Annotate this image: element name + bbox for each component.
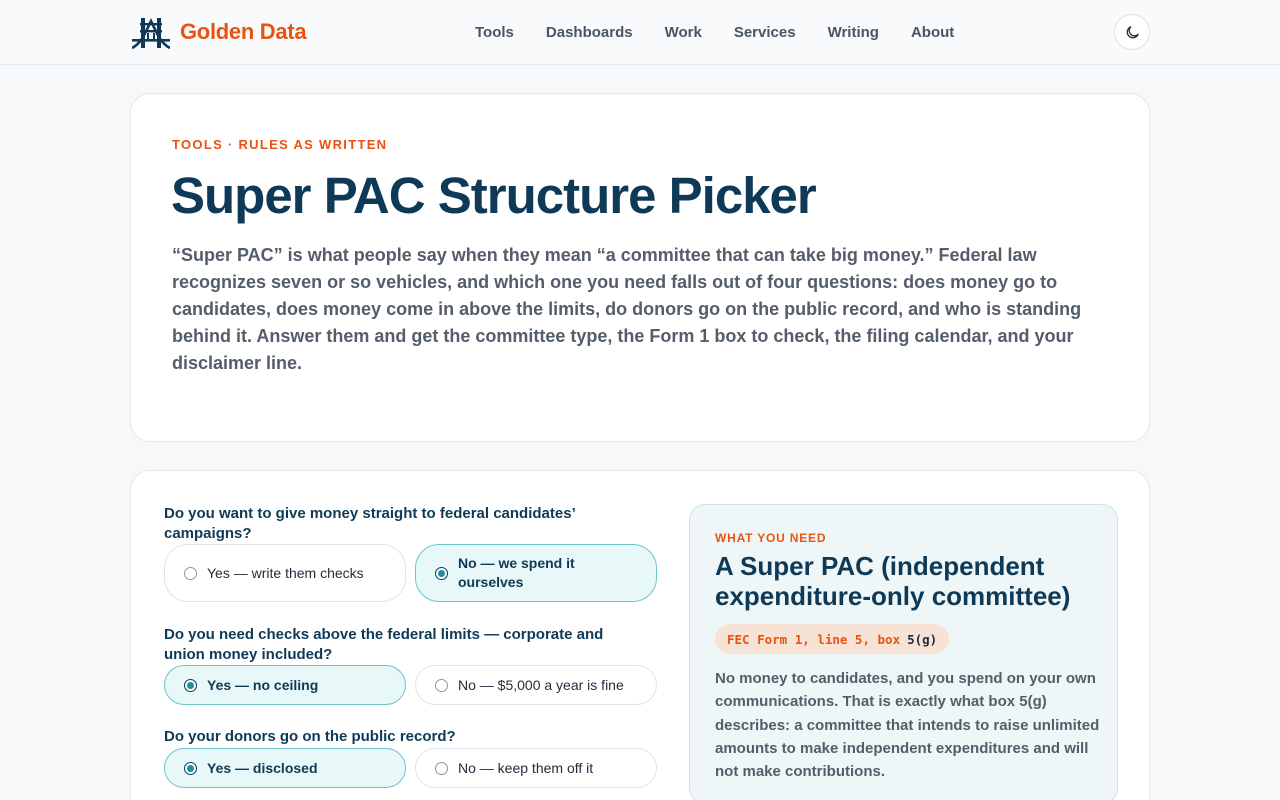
radio-button[interactable] xyxy=(435,678,448,692)
option-label: No — keep them off it xyxy=(458,759,594,776)
option-label: Yes — write them checks xyxy=(207,564,364,581)
theme-toggle-button[interactable] xyxy=(1114,14,1150,50)
question-candidates: Do you want to give money straight to fe… xyxy=(164,505,575,542)
question-disclosure: Do your donors go on the public record? xyxy=(164,728,456,745)
form-box-number: 5(g) xyxy=(907,631,938,647)
form-reference-text: FEC Form 1, line 5, box xyxy=(727,631,901,647)
page-title: Super PAC Structure Picker xyxy=(171,167,817,224)
bridge-logo-icon xyxy=(132,18,170,49)
intro-lede: “Super PAC” is what people say when they… xyxy=(172,245,1082,373)
option-candidates-no[interactable]: No — we spend it ourselves xyxy=(415,544,657,602)
nav-work[interactable]: Work xyxy=(665,24,702,41)
nav-writing[interactable]: Writing xyxy=(828,24,879,41)
intro-eyebrow: TOOLS · RULES AS WRITTEN xyxy=(172,137,388,152)
option-limits-no[interactable]: No — $5,000 a year is fine xyxy=(415,665,657,705)
result-description: No money to candidates, and you spend on… xyxy=(715,670,1100,781)
intro-card: TOOLS · RULES AS WRITTEN Super PAC Struc… xyxy=(130,93,1150,442)
option-label: Yes — no ceiling xyxy=(207,676,319,693)
option-disclosure-yes[interactable]: Yes — disclosed xyxy=(164,748,406,788)
radio-button[interactable] xyxy=(435,761,448,775)
main-nav: Tools Dashboards Work Services Writing A… xyxy=(475,0,954,64)
option-label: No — we spend it ourselves xyxy=(458,555,575,590)
option-label: Yes — disclosed xyxy=(207,759,318,776)
result-title: A Super PAC (independent expenditure-onl… xyxy=(715,551,1071,611)
nav-dashboards[interactable]: Dashboards xyxy=(546,24,633,41)
nav-tools[interactable]: Tools xyxy=(475,24,514,41)
picker-card: Do you want to give money straight to fe… xyxy=(130,470,1150,800)
nav-services[interactable]: Services xyxy=(734,24,796,41)
brand-name: Golden Data xyxy=(180,19,307,44)
option-candidates-yes[interactable]: Yes — write them checks xyxy=(164,544,406,602)
radio-button[interactable] xyxy=(184,678,197,692)
result-panel: WHAT YOU NEED A Super PAC (independent e… xyxy=(689,504,1118,800)
option-disclosure-no[interactable]: No — keep them off it xyxy=(415,748,657,788)
moon-icon xyxy=(1126,25,1139,38)
site-header: Golden Data Tools Dashboards Work Servic… xyxy=(0,0,1280,65)
question-limits: Do you need checks above the federal lim… xyxy=(164,626,604,663)
brand-link[interactable]: Golden Data xyxy=(132,14,307,50)
radio-button[interactable] xyxy=(184,761,197,775)
radio-button[interactable] xyxy=(435,566,448,580)
radio-button[interactable] xyxy=(184,566,197,580)
nav-about[interactable]: About xyxy=(911,24,954,41)
option-label: No — $5,000 a year is fine xyxy=(458,676,624,693)
form-reference-badge: FEC Form 1, line 5, box 5(g) xyxy=(715,624,950,654)
result-eyebrow: WHAT YOU NEED xyxy=(715,531,827,545)
option-limits-yes[interactable]: Yes — no ceiling xyxy=(164,665,406,705)
